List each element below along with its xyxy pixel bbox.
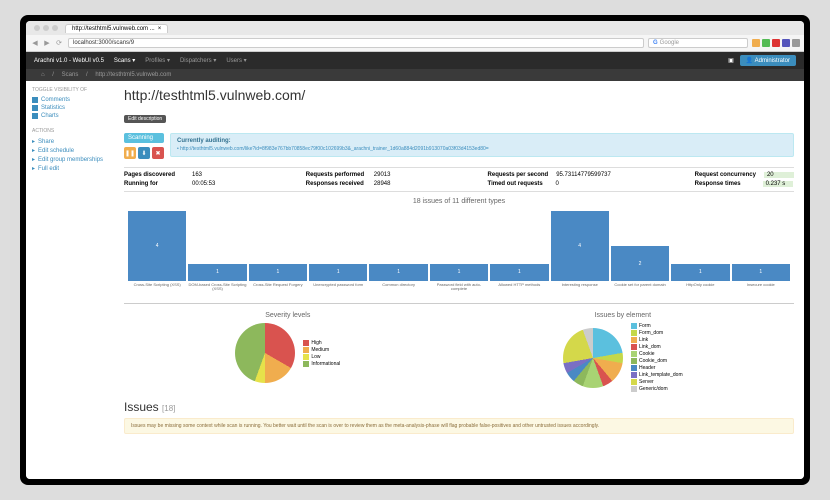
bar-label: Common directory (382, 283, 415, 303)
address-bar[interactable]: localhost:3000/scans/9 (68, 38, 644, 48)
browser-tab[interactable]: http://testhtml5.vulnweb.com ... × (65, 24, 168, 33)
legend-item[interactable]: Cookie (631, 351, 683, 357)
legend-item[interactable]: Header (631, 365, 683, 371)
nav-profiles[interactable]: Profiles ▾ (145, 57, 170, 64)
url-text: localhost:3000/scans/9 (73, 40, 134, 46)
bar-label: Cross-Site Scripting (XSS) (134, 283, 181, 303)
notification-icon[interactable]: ▣ (728, 57, 734, 64)
nav-users[interactable]: Users ▾ (226, 57, 246, 64)
legend-item[interactable]: Generic/dom (631, 386, 683, 392)
action-full-edit[interactable]: ▸ Full edit (32, 164, 108, 173)
bar-label: Password field with auto-complete (430, 283, 488, 303)
legend-item[interactable]: Link (631, 337, 683, 343)
sidebar: TOGGLE VISIBILITY OF Comments Statistics… (26, 81, 114, 479)
back-button[interactable]: ◀ (30, 38, 40, 48)
page-title: http://testhtml5.vulnweb.com/ (124, 87, 794, 103)
currently-auditing-box: Currently auditing: • http://testhtml5.v… (170, 133, 794, 157)
bar[interactable]: 1 (369, 264, 427, 282)
issues-warning: Issues may be missing some context while… (124, 418, 794, 434)
issues-heading: Issues [18] (124, 400, 794, 414)
forward-button[interactable]: ▶ (42, 38, 52, 48)
auditing-url[interactable]: • http://testhtml5.vulnweb.com/like?id=8… (177, 146, 787, 152)
bar[interactable]: 1 (671, 264, 729, 282)
bar[interactable]: 4 (128, 211, 186, 281)
toggle-comments[interactable]: Comments (32, 96, 108, 104)
stop-button[interactable]: ✖ (152, 147, 164, 159)
breadcrumb-target: http://testhtml5.vulnweb.com (95, 72, 171, 78)
bar[interactable]: 1 (490, 264, 548, 282)
toggle-charts[interactable]: Charts (32, 112, 108, 120)
element-pie (563, 328, 623, 388)
legend-item[interactable]: Form_dom (631, 330, 683, 336)
bar[interactable]: 1 (732, 264, 790, 282)
bar[interactable]: 1 (430, 264, 488, 282)
edit-description-button[interactable]: Edit description (124, 115, 166, 123)
nav-scans[interactable]: Scans ▾ (114, 57, 135, 64)
reload-button[interactable]: ⟳ (54, 38, 64, 48)
scanning-badge: Scanning (124, 133, 164, 143)
admin-button[interactable]: 👤 Administrator (740, 55, 796, 66)
breadcrumb-scans[interactable]: Scans (62, 72, 79, 78)
main-content: http://testhtml5.vulnweb.com/ Edit descr… (114, 81, 804, 479)
actions-title: ACTIONS (32, 128, 108, 134)
element-legend: FormForm_domLinkLink_domCookieCookie_dom… (631, 323, 683, 392)
legend-item[interactable]: Link_dom (631, 344, 683, 350)
close-icon[interactable]: × (158, 26, 162, 32)
bar-label: HttpOnly cookie (686, 283, 714, 303)
bar-label: DOM-based Cross-Site Scripting (XSS) (188, 283, 246, 303)
user-icon: 👤 (746, 58, 753, 64)
brand: Arachni v1.0 - WebUI v0.5 (34, 58, 104, 64)
toggle-title: TOGGLE VISIBILITY OF (32, 87, 108, 93)
browser-chrome: http://testhtml5.vulnweb.com ... × ◀ ▶ ⟳… (26, 21, 804, 52)
severity-pie (235, 323, 295, 383)
severity-legend: HighMediumLowInformational (303, 340, 340, 367)
bar-label: Allowed HTTP methods (498, 283, 540, 303)
element-pie-title: Issues by element (563, 312, 683, 319)
bar[interactable]: 1 (249, 264, 307, 282)
legend-item[interactable]: Form (631, 323, 683, 329)
bar[interactable]: 1 (309, 264, 367, 282)
toggle-statistics[interactable]: Statistics (32, 104, 108, 112)
issues-bar-chart: 4Cross-Site Scripting (XSS)1DOM-based Cr… (124, 209, 794, 304)
pause-button[interactable]: ❚❚ (124, 147, 136, 159)
tab-title: http://testhtml5.vulnweb.com ... (72, 26, 155, 32)
ext-icon[interactable] (762, 39, 770, 47)
legend-item[interactable]: Link_template_dom (631, 372, 683, 378)
screen: http://testhtml5.vulnweb.com ... × ◀ ▶ ⟳… (26, 21, 804, 479)
ext-icon[interactable] (772, 39, 780, 47)
download-button[interactable]: ⬇ (138, 147, 150, 159)
bar-label: Unencrypted password form (313, 283, 363, 303)
legend-item[interactable]: Medium (303, 347, 340, 353)
bar[interactable]: 4 (551, 211, 609, 281)
action-edit-groups[interactable]: ▸ Edit group memberships (32, 155, 108, 164)
severity-pie-title: Severity levels (235, 312, 340, 319)
breadcrumb-home[interactable]: ⌂ (41, 72, 45, 78)
monitor-frame: http://testhtml5.vulnweb.com ... × ◀ ▶ ⟳… (20, 15, 810, 485)
bar[interactable]: 1 (188, 264, 246, 282)
app-navbar: Arachni v1.0 - WebUI v0.5 Scans ▾ Profil… (26, 52, 804, 69)
search-bar[interactable]: G Google (648, 38, 748, 48)
legend-item[interactable]: Informational (303, 361, 340, 367)
ext-icon[interactable] (752, 39, 760, 47)
bar[interactable]: 2 (611, 246, 669, 281)
bar-label: Interesting response (562, 283, 598, 303)
legend-item[interactable]: High (303, 340, 340, 346)
action-edit-schedule[interactable]: ▸ Edit schedule (32, 146, 108, 155)
stats-table: Pages discovered163 Running for00:05:53 … (124, 167, 794, 192)
action-share[interactable]: ▸ Share (32, 137, 108, 146)
legend-item[interactable]: Cookie_dom (631, 358, 683, 364)
bar-label: Insecure cookie (747, 283, 775, 303)
bar-label: Cross-Site Request Forgery (253, 283, 303, 303)
ext-icon[interactable] (782, 39, 790, 47)
breadcrumb: ⌂ / Scans / http://testhtml5.vulnweb.com (26, 69, 804, 81)
bar-chart-title: 18 issues of 11 different types (124, 198, 794, 205)
bar-label: Cookie set for parent domain (614, 283, 665, 303)
legend-item[interactable]: Server (631, 379, 683, 385)
extension-icons (752, 39, 800, 47)
legend-item[interactable]: Low (303, 354, 340, 360)
nav-dispatchers[interactable]: Dispatchers ▾ (180, 57, 216, 64)
menu-icon[interactable] (792, 39, 800, 47)
window-controls[interactable] (30, 25, 62, 31)
